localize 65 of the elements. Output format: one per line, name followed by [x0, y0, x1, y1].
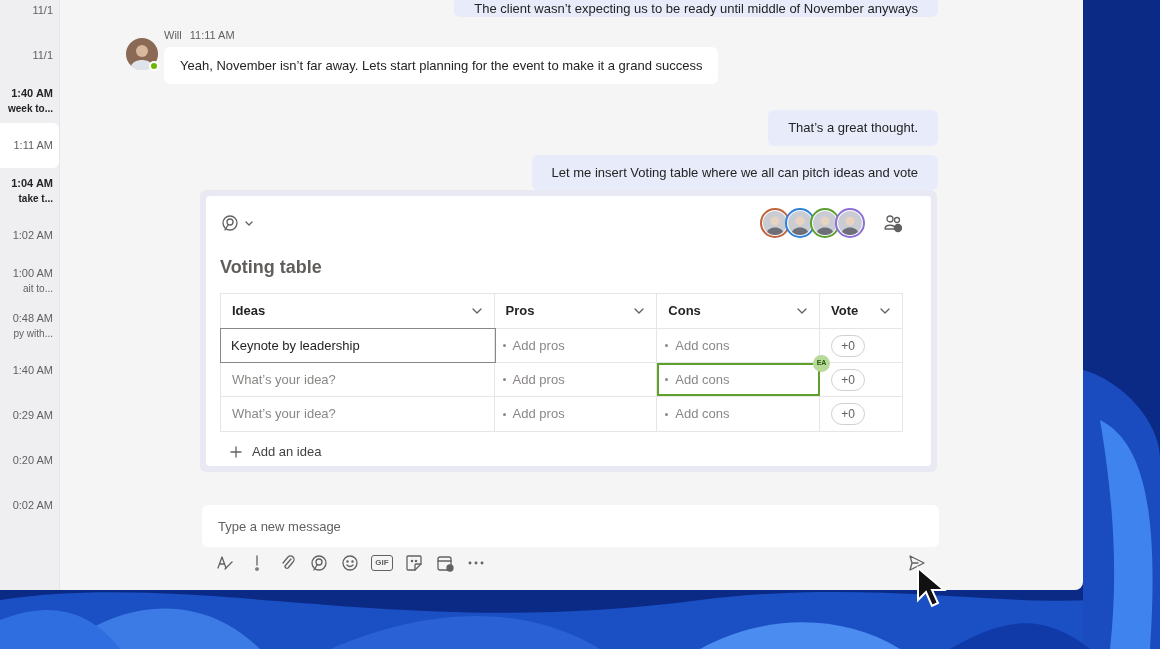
chat-item[interactable]: 1:02 AM [0, 213, 59, 258]
schedule-icon[interactable] [435, 553, 455, 573]
emoji-icon[interactable] [340, 553, 360, 573]
pros-cell[interactable]: Add pros [494, 397, 658, 431]
message-time: 11:11 AM [189, 28, 235, 43]
chat-time: 1:40 AM [11, 85, 53, 101]
sticker-icon[interactable] [404, 553, 424, 573]
sent-message: That’s a great thought. [768, 110, 938, 146]
column-header[interactable]: Pros [494, 294, 658, 328]
chat-item[interactable]: 1:40 AM [0, 348, 59, 393]
chat-time: 1:00 AM [12, 265, 53, 281]
vote-button[interactable]: +0 [831, 403, 865, 425]
chat-preview: take t... [18, 192, 53, 207]
bullet-icon [502, 412, 506, 416]
author-name: Will [164, 28, 182, 43]
card-title: Voting table [220, 256, 323, 279]
vote-button[interactable]: +0 [831, 368, 865, 391]
chat-time: 1:11 AM [13, 138, 53, 154]
cons-cell[interactable]: Add cons [657, 397, 821, 431]
loop-icon[interactable] [309, 553, 329, 573]
chat-time: 0:29 AM [12, 408, 53, 424]
send-icon[interactable] [907, 553, 927, 573]
chat-preview: week to... [8, 102, 53, 117]
chat-time: 0:48 AM [12, 310, 53, 326]
chat-time: 11/1 [32, 48, 53, 64]
sent-message: Let me insert Voting table where we all can pitch ideas and vote [531, 154, 938, 190]
idea-cell[interactable]: What’s your idea? [221, 397, 495, 431]
chat-item[interactable]: 1:04 AM take t... [0, 168, 59, 213]
chat-item[interactable]: 11/1 [0, 33, 59, 78]
chat-item[interactable]: 0:29 AM [0, 393, 59, 438]
plus-icon [230, 445, 242, 458]
add-idea-button[interactable]: Add an idea [230, 442, 322, 462]
received-message: Yeah, November isn’t far away. Lets start planning for the event to make it a grand success [164, 46, 719, 84]
chat-item[interactable]: 11/1 [0, 0, 59, 33]
chat-item[interactable]: 0:02 AM [0, 483, 59, 528]
chat-time: 0:20 AM [12, 453, 53, 469]
bullet-icon [502, 344, 506, 347]
chat-time: 1:04 AM [11, 175, 53, 191]
chat-time: 1:40 AM [12, 363, 53, 379]
avatar [126, 38, 158, 70]
chat-item[interactable]: 0:20 AM [0, 438, 59, 483]
loop-icon [220, 213, 240, 233]
chat-time: 1:02 AM [12, 228, 53, 244]
bullet-icon [665, 378, 669, 381]
chat-item[interactable]: 1:00 AM ait to... [0, 258, 59, 303]
bullet-icon [665, 344, 669, 347]
chat-time: 11/1 [32, 3, 53, 19]
chat-preview: ait to... [23, 282, 53, 297]
message-input[interactable]: Type a new message [202, 505, 939, 547]
column-header[interactable]: Cons [657, 294, 821, 328]
sent-message: The client wasn’t expecting us to be ready until middle of November anyways [454, 0, 938, 17]
chat-preview: py with... [13, 327, 53, 342]
people-icon [883, 213, 903, 233]
chat-item-selected[interactable]: 1:11 AM [0, 123, 59, 168]
idea-cell[interactable]: What’s your idea? [221, 363, 495, 396]
chat-item[interactable]: 1:40 AM week to... [0, 78, 59, 123]
pros-cell[interactable]: Add pros [494, 363, 658, 396]
bullet-icon [502, 378, 506, 381]
bullet-icon [665, 412, 669, 416]
column-header[interactable]: Vote [820, 294, 902, 328]
chat-item[interactable]: 0:48 AM py with... [0, 303, 59, 348]
gif-button[interactable]: GIF [371, 555, 393, 571]
chat-time: 0:02 AM [12, 498, 53, 514]
pros-cell[interactable]: Add pros [494, 329, 658, 362]
vote-button[interactable]: +0 [831, 334, 865, 357]
